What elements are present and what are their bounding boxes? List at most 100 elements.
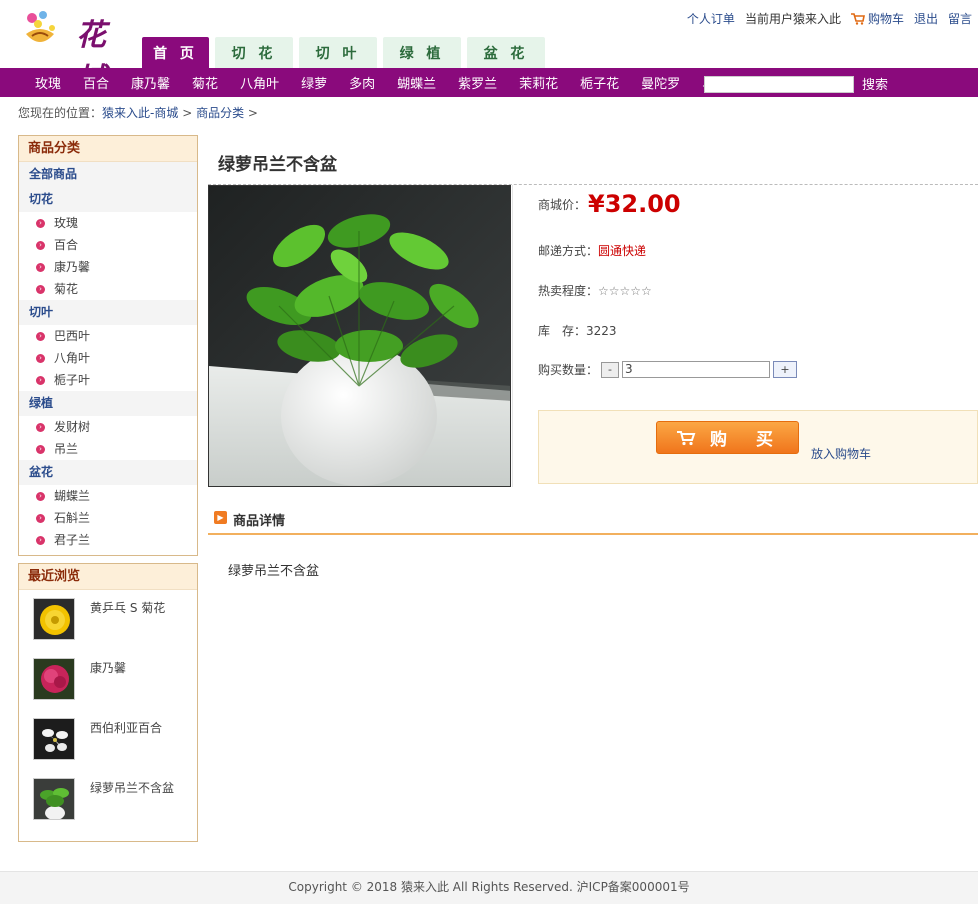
category-item[interactable]: › 石斛兰 [19,507,197,529]
category-item[interactable]: › 吊兰 [19,438,197,460]
image-info-divider [512,185,513,487]
cart-icon [850,12,865,25]
category-bar-item[interactable]: 八角叶 [229,73,290,92]
recent-item-thumbnail[interactable] [33,718,75,760]
category-bar-item[interactable]: 玫瑰 [24,73,72,92]
category-group-title[interactable]: 切花 [19,187,197,212]
logout-link[interactable]: 退出 [914,10,938,27]
category-item-label: 康乃馨 [54,260,91,274]
tab-green-plants[interactable]: 绿 植 [383,37,461,68]
category-bar-item[interactable]: 绿萝 [290,73,338,92]
category-group-title[interactable]: 切叶 [19,300,197,325]
category-item[interactable]: › 发财树 [19,416,197,438]
category-bar-items: 玫瑰 百合 康乃馨 菊花 八角叶 绿萝 多肉 蝴蝶兰 紫罗兰 茉莉花 栀子花 曼… [24,68,752,97]
recent-item-name[interactable]: 西伯利亚百合 [90,719,162,736]
category-sidebar-title: 商品分类 [19,136,197,162]
category-item[interactable]: › 蝴蝶兰 [19,485,197,507]
breadcrumb-separator: > [247,106,258,120]
quantity-increment-button[interactable]: + [773,361,798,378]
product-details-title: 商品详情 [233,514,286,529]
recent-item-name[interactable]: 黄乒乓 S 菊花 [90,599,165,616]
recent-item-thumbnail[interactable] [33,598,75,640]
cart-link[interactable]: 购物车 [850,10,904,27]
category-group-title[interactable]: 盆花 [19,460,197,485]
tab-home[interactable]: 首 页 [142,37,209,68]
recent-item-thumbnail[interactable] [33,658,75,700]
site-header: 花城 个人订单 当前用户猿来入此 购物车 退出 留言 首 页 切 花 切 叶 绿… [0,0,978,97]
orders-link[interactable]: 个人订单 [687,10,735,27]
pothos-plant-image [209,186,510,486]
site-footer: Copyright © 2018 猿来入此 All Rights Reserve… [0,871,978,904]
stock-row: 库 存：3223 [538,322,617,339]
category-item[interactable]: › 栀子叶 [19,369,197,391]
category-bar-item[interactable]: 栀子花 [569,73,630,92]
category-item[interactable]: › 君子兰 [19,529,197,551]
category-item[interactable]: › 巴西叶 [19,325,197,347]
search-button[interactable]: 搜索 [862,74,888,93]
category-bar-item[interactable]: 紫罗兰 [447,73,508,92]
current-user-text: 当前用户猿来入此 [744,12,841,26]
tab-potted-flowers[interactable]: 盆 花 [467,37,545,68]
category-sidebar: 商品分类 全部商品 切花 › 玫瑰 › 百合 › 康乃馨 › 菊花 切叶 › 巴西叶 › 八… [18,135,198,556]
popularity-label: 热卖程度： [538,284,599,298]
tab-cut-leaves[interactable]: 切 叶 [299,37,377,68]
recent-item[interactable]: 西伯利亚百合 [19,710,197,770]
pothos-image [34,779,74,819]
breadcrumb-category-link[interactable]: 商品分类 [196,106,244,120]
bullet-icon: › [36,331,45,341]
top-links: 个人订单 当前用户猿来入此 购物车 退出 留言 [687,10,972,27]
category-item-label: 君子兰 [54,533,91,547]
message-link[interactable]: 留言 [948,10,972,27]
bullet-icon: › [36,353,45,363]
buy-panel: 购 买 放入购物车 [538,410,978,484]
add-to-cart-link[interactable]: 放入购物车 [811,445,871,462]
cart-link-label: 购物车 [867,12,904,26]
recent-item[interactable]: 绿萝吊兰不含盆 [19,770,197,830]
cart-icon [677,430,696,445]
category-item[interactable]: › 玫瑰 [19,212,197,234]
category-item[interactable]: › 康乃馨 [19,256,197,278]
breadcrumb-home-link[interactable]: 猿来入此-商城 [102,106,178,120]
category-bar-item[interactable]: 菊花 [181,73,229,92]
site-logo[interactable]: 花城 [18,6,138,97]
category-item-label: 石斛兰 [54,511,91,525]
chrysanthemum-image [34,599,74,639]
breadcrumb: 您现在的位置：猿来入此-商城 > 商品分类 > [18,104,258,121]
category-bar-item[interactable]: 多肉 [338,73,386,92]
category-group-title[interactable]: 绿植 [19,391,197,416]
bullet-icon: › [36,513,45,523]
category-item[interactable]: › 菊花 [19,278,197,300]
flower-logo-icon [26,11,55,42]
quantity-row: 购买数量： - 3 + [538,361,798,378]
category-bar-item[interactable]: 曼陀罗 [630,73,691,92]
recent-item-thumbnail[interactable] [33,778,75,820]
bullet-icon: › [36,535,45,545]
category-item-label: 巴西叶 [54,329,91,343]
quantity-decrement-button[interactable]: - [601,361,620,378]
category-item-label: 玫瑰 [54,216,79,230]
popularity-row: 热卖程度：☆☆☆☆☆ [538,282,652,299]
quantity-input[interactable]: 3 [622,361,771,378]
category-bar-item[interactable]: 茉莉花 [508,73,569,92]
bullet-icon: › [36,240,45,250]
all-products-link[interactable]: 全部商品 [19,162,197,187]
main-tabs: 首 页 切 花 切 叶 绿 植 盆 花 [142,37,545,68]
buy-button[interactable]: 购 买 [656,421,799,454]
recent-item-name[interactable]: 绿萝吊兰不含盆 [90,779,174,796]
category-bar-item[interactable]: 蝴蝶兰 [386,73,447,92]
category-bar-item[interactable]: 百合 [72,73,120,92]
lily-image [34,719,74,759]
category-item-label: 吊兰 [54,442,79,456]
shipping-value: 圆通快递 [598,244,647,258]
tab-cut-flowers[interactable]: 切 花 [215,37,293,68]
category-item[interactable]: › 百合 [19,234,197,256]
product-details-header: ▶ 商品详情 [208,505,978,535]
category-bar-item[interactable]: 康乃馨 [120,73,181,92]
recent-item-name[interactable]: 康乃馨 [90,659,126,676]
product-image[interactable] [208,185,511,487]
recent-item[interactable]: 黄乒乓 S 菊花 [19,590,197,650]
recent-item[interactable]: 康乃馨 [19,650,197,710]
search-input[interactable] [704,76,854,93]
category-item[interactable]: › 八角叶 [19,347,197,369]
category-item-label: 蝴蝶兰 [54,489,91,503]
